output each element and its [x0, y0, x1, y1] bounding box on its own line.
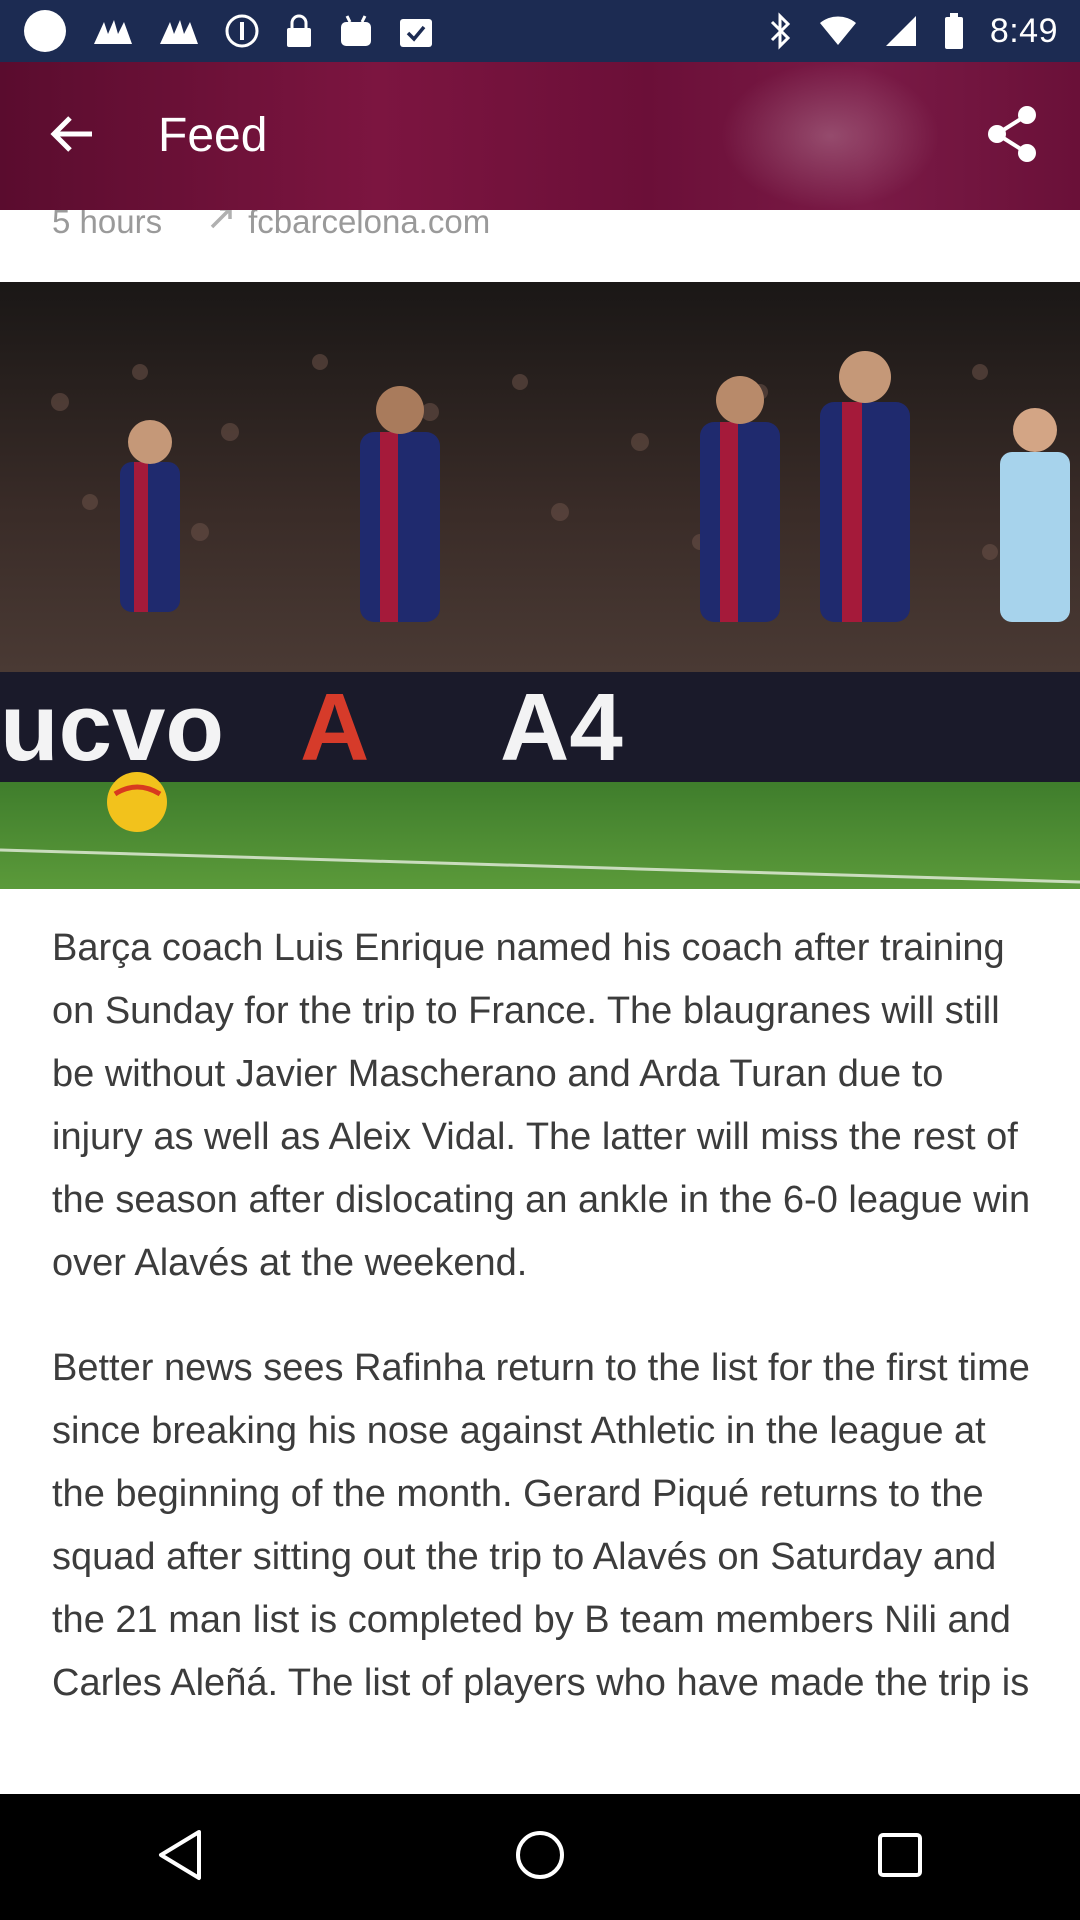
notification-icons	[22, 8, 434, 54]
article-paragraph: Better news sees Rafinha return to the l…	[52, 1347, 1030, 1704]
svg-text:A: A	[300, 674, 369, 781]
bird-icon	[158, 16, 200, 46]
triangle-back-icon	[155, 1828, 205, 1887]
nav-recents-button[interactable]	[840, 1797, 960, 1917]
svg-text:ucvo: ucvo	[0, 674, 224, 781]
article-body: Barça coach Luis Enrique named his coach…	[52, 917, 1032, 1757]
nav-back-button[interactable]	[120, 1797, 240, 1917]
lock-icon	[284, 13, 314, 49]
system-icons: 8:49	[768, 12, 1058, 51]
clock: 8:49	[989, 11, 1058, 50]
circle-home-icon	[514, 1829, 566, 1886]
app-bar: Feed	[0, 62, 1080, 210]
arrow-back-icon	[50, 114, 94, 159]
checklist-icon	[398, 13, 434, 49]
navigation-bar	[0, 1794, 1080, 1920]
battery-icon	[944, 13, 964, 49]
back-button[interactable]	[36, 104, 108, 168]
share-button[interactable]	[974, 98, 1050, 174]
app-bar-background-glow	[720, 62, 940, 210]
nav-home-button[interactable]	[480, 1797, 600, 1917]
article-content[interactable]: 5 hours fcbarcelona.com ucvo A A4 Barça …	[0, 62, 1080, 1794]
bluetooth-icon	[768, 12, 792, 50]
info-icon	[224, 13, 260, 49]
wifi-icon	[818, 15, 858, 47]
article-paragraph: Barça coach Luis Enrique named his coach…	[52, 927, 1031, 1284]
status-bar: 8:49	[0, 0, 1080, 62]
signal-icon	[884, 14, 918, 48]
bird-icon	[92, 16, 134, 46]
page-title: Feed	[158, 109, 268, 162]
article-hero-image: ucvo A A4	[0, 282, 1080, 889]
android-icon	[338, 14, 374, 48]
circle-icon	[22, 8, 68, 54]
share-icon	[986, 105, 1038, 168]
svg-text:A4: A4	[500, 674, 623, 781]
square-recents-icon	[876, 1831, 924, 1884]
